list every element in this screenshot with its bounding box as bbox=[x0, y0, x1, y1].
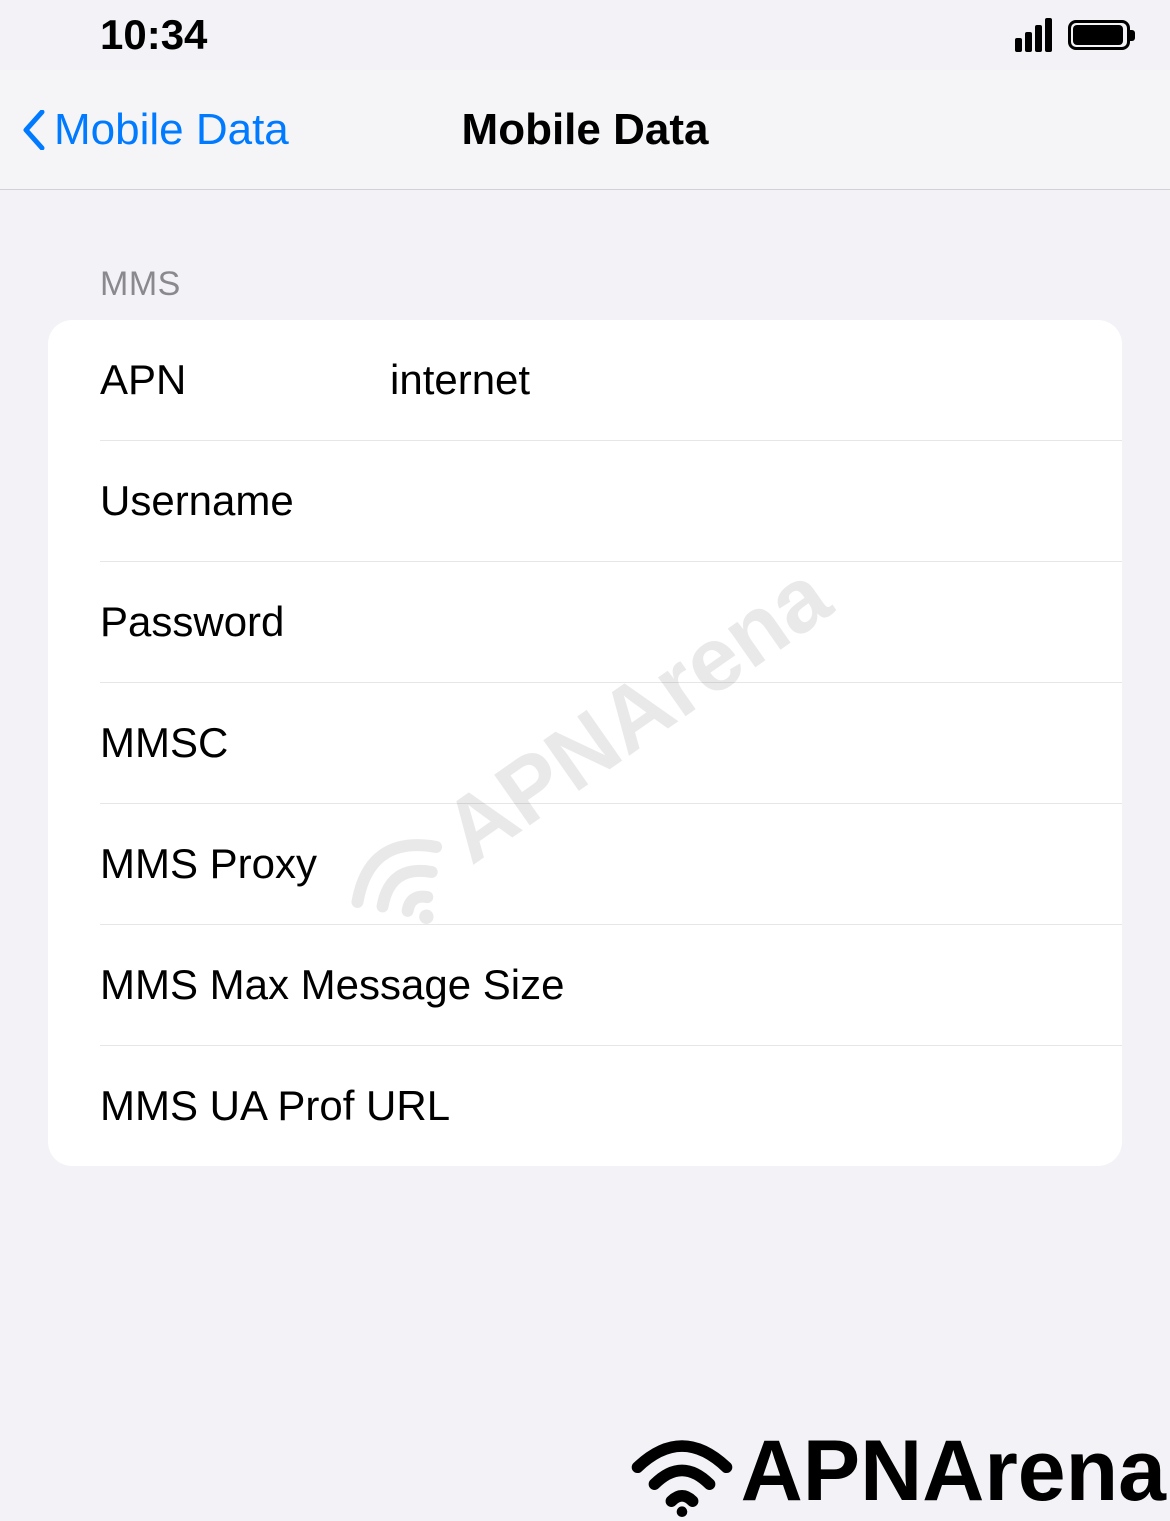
section-header-mms: MMS bbox=[48, 265, 1122, 320]
battery-icon bbox=[1068, 20, 1130, 50]
content-area: MMS APN Username Password MMSC MMS Proxy bbox=[0, 190, 1170, 1166]
row-mms-max-message-size[interactable]: MMS Max Message Size bbox=[48, 925, 1122, 1045]
row-mms-ua-prof-url[interactable]: MMS UA Prof URL bbox=[48, 1046, 1122, 1166]
label-mmsc: MMSC bbox=[100, 719, 390, 767]
row-apn[interactable]: APN bbox=[48, 320, 1122, 440]
row-mms-proxy[interactable]: MMS Proxy bbox=[48, 804, 1122, 924]
label-apn: APN bbox=[100, 356, 390, 404]
settings-group-mms: APN Username Password MMSC MMS Proxy MMS… bbox=[48, 320, 1122, 1166]
input-mms-max-message-size[interactable] bbox=[564, 925, 1122, 1045]
status-bar: 10:34 bbox=[0, 0, 1170, 70]
wifi-icon bbox=[627, 1427, 737, 1517]
chevron-left-icon bbox=[22, 110, 46, 150]
input-mms-proxy[interactable] bbox=[390, 804, 1122, 924]
label-password: Password bbox=[100, 598, 390, 646]
footer-watermark-text: APNArena bbox=[741, 1422, 1166, 1521]
input-password[interactable] bbox=[390, 562, 1122, 682]
navigation-bar: Mobile Data Mobile Data bbox=[0, 70, 1170, 190]
label-mms-max-message-size: MMS Max Message Size bbox=[100, 961, 564, 1009]
input-mmsc[interactable] bbox=[390, 683, 1122, 803]
page-title: Mobile Data bbox=[462, 105, 709, 155]
row-password[interactable]: Password bbox=[48, 562, 1122, 682]
row-username[interactable]: Username bbox=[48, 441, 1122, 561]
input-apn[interactable] bbox=[390, 320, 1122, 440]
label-username: Username bbox=[100, 477, 390, 525]
status-right bbox=[1015, 18, 1130, 52]
input-mms-ua-prof-url[interactable] bbox=[450, 1046, 1122, 1166]
label-mms-ua-prof-url: MMS UA Prof URL bbox=[100, 1082, 450, 1130]
back-label: Mobile Data bbox=[54, 105, 289, 155]
back-button[interactable]: Mobile Data bbox=[0, 105, 289, 155]
label-mms-proxy: MMS Proxy bbox=[100, 840, 390, 888]
footer-watermark: APNArena bbox=[627, 1422, 1170, 1521]
cellular-signal-icon bbox=[1015, 18, 1052, 52]
row-mmsc[interactable]: MMSC bbox=[48, 683, 1122, 803]
input-username[interactable] bbox=[390, 441, 1122, 561]
status-time: 10:34 bbox=[100, 11, 207, 59]
